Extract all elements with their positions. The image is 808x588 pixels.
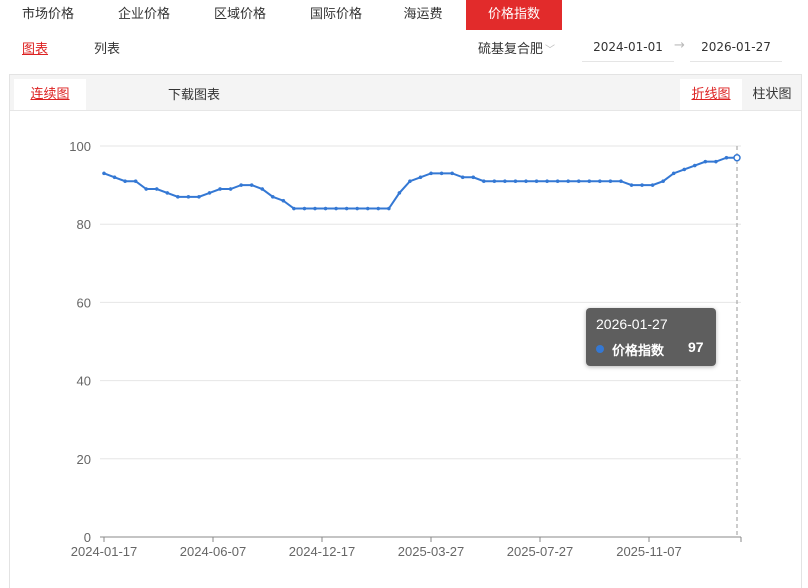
data-point[interactable] [387, 206, 391, 211]
data-point[interactable] [640, 183, 644, 187]
x-tick-label: 2024-01-17 [71, 544, 138, 559]
data-point[interactable] [566, 179, 571, 184]
x-tick-label: 2025-11-07 [616, 544, 682, 559]
data-point[interactable] [587, 179, 592, 184]
data-point[interactable] [144, 187, 149, 191]
data-point[interactable] [292, 206, 296, 211]
data-point[interactable] [503, 179, 507, 184]
data-point[interactable] [260, 187, 265, 191]
data-point[interactable] [545, 179, 549, 184]
data-point[interactable] [481, 179, 486, 184]
data-point[interactable] [703, 159, 708, 164]
data-point[interactable] [576, 179, 581, 184]
x-tick-label: 2025-07-27 [507, 544, 574, 559]
x-tick-label: 2025-03-27 [398, 544, 465, 559]
data-point[interactable] [102, 171, 106, 176]
data-point[interactable] [524, 179, 528, 184]
data-point[interactable] [439, 171, 444, 176]
data-point[interactable] [112, 175, 117, 180]
data-point[interactable] [671, 171, 676, 176]
tooltip-series-name: 价格指数 [612, 344, 665, 359]
data-point[interactable] [650, 183, 655, 187]
data-point[interactable] [176, 194, 180, 199]
data-point[interactable] [397, 191, 402, 195]
data-point[interactable] [733, 153, 741, 162]
x-tick-label: 2024-06-07 [180, 544, 247, 559]
series-line [103, 156, 737, 210]
y-tick-label: 0 [84, 530, 91, 545]
chart-tooltip: 2026-01-27 价格指数 97 [586, 308, 716, 366]
data-point[interactable] [661, 179, 666, 184]
data-point[interactable] [197, 194, 201, 199]
price-index-chart: 0 20 40 60 80 100 2024-01-17 2024-06-07 2024-12… [69, 139, 742, 559]
y-tick-label: 80 [77, 217, 91, 232]
data-point[interactable] [429, 171, 433, 176]
data-point[interactable] [313, 206, 317, 211]
data-point[interactable] [376, 206, 381, 211]
data-point[interactable] [492, 179, 497, 184]
data-point[interactable] [334, 206, 338, 211]
data-point[interactable] [239, 183, 243, 187]
data-point[interactable] [123, 179, 127, 184]
data-point[interactable] [724, 155, 729, 160]
data-point[interactable] [714, 159, 718, 164]
y-tick-label: 40 [77, 374, 91, 389]
data-point[interactable] [302, 206, 307, 211]
data-point[interactable] [608, 179, 613, 184]
data-point[interactable] [534, 179, 539, 184]
data-point[interactable] [471, 175, 476, 180]
data-point[interactable] [598, 179, 602, 184]
data-point[interactable] [281, 198, 286, 203]
data-point[interactable] [513, 179, 518, 184]
tooltip-date: 2026-01-27 [596, 316, 668, 332]
data-point[interactable] [408, 179, 412, 184]
tooltip-value: 97 [688, 339, 704, 355]
y-tick-label: 20 [77, 452, 91, 467]
data-point[interactable] [186, 194, 191, 199]
data-point[interactable] [323, 206, 328, 211]
data-point[interactable] [344, 206, 349, 211]
data-point[interactable] [629, 183, 634, 187]
data-point[interactable] [355, 206, 360, 211]
y-tick-label: 60 [77, 295, 91, 310]
data-point[interactable] [692, 163, 697, 168]
data-point[interactable] [249, 183, 254, 187]
data-point[interactable] [228, 187, 233, 191]
data-point[interactable] [207, 191, 212, 195]
data-point[interactable] [619, 179, 623, 184]
series-marker-icon [596, 345, 604, 353]
data-point[interactable] [365, 206, 370, 211]
data-point[interactable] [270, 194, 275, 199]
data-point[interactable] [154, 187, 159, 191]
data-point[interactable] [450, 171, 454, 176]
data-point[interactable] [555, 179, 560, 184]
x-tick-label: 2024-12-17 [289, 544, 356, 559]
data-point[interactable] [418, 175, 423, 180]
data-point[interactable] [218, 187, 222, 191]
data-point[interactable] [133, 179, 138, 184]
y-tick-label: 100 [69, 139, 91, 154]
data-point[interactable] [165, 191, 170, 195]
data-point[interactable] [460, 175, 465, 180]
data-point[interactable] [682, 167, 687, 172]
